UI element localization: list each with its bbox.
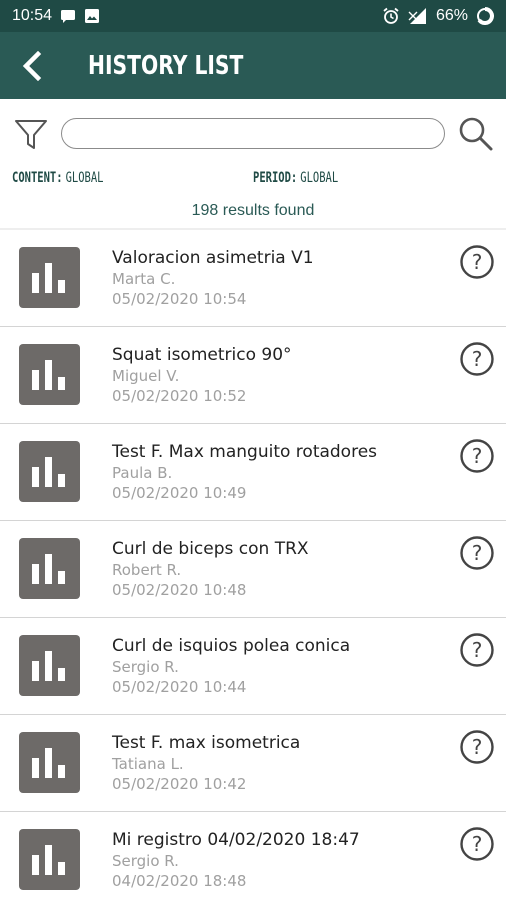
item-date: 05/02/2020 10:52 xyxy=(112,387,247,405)
help-button[interactable]: ? xyxy=(459,438,495,474)
search-row xyxy=(0,108,506,160)
chart-thumbnail xyxy=(19,538,80,599)
item-title: Squat isometrico 90° xyxy=(112,345,292,365)
svg-text:?: ? xyxy=(472,638,483,662)
question-icon: ? xyxy=(460,633,494,667)
item-date: 05/02/2020 10:48 xyxy=(112,581,247,599)
filters-row: CONTENT: GLOBAL PERIOD: GLOBAL xyxy=(0,168,506,192)
status-time: 10:54 xyxy=(12,7,53,24)
bar-chart-icon xyxy=(32,554,65,584)
period-filter[interactable]: PERIOD: GLOBAL xyxy=(253,170,338,186)
item-title: Valoracion asimetria V1 xyxy=(112,248,314,268)
status-right: 66% xyxy=(382,7,494,25)
search-icon xyxy=(459,117,493,151)
chart-thumbnail xyxy=(19,732,80,793)
item-user: Paula B. xyxy=(112,464,173,482)
page-title: HISTORY LIST xyxy=(88,50,244,81)
battery-icon xyxy=(476,7,494,25)
filter-icon xyxy=(15,120,47,149)
item-date: 05/02/2020 10:49 xyxy=(112,484,247,502)
item-user: Robert R. xyxy=(112,561,182,579)
svg-text:?: ? xyxy=(472,347,483,371)
status-bar: 10:54 66% xyxy=(0,0,506,32)
item-user: Miguel V. xyxy=(112,367,180,385)
status-left: 10:54 xyxy=(12,7,100,25)
help-button[interactable]: ? xyxy=(459,535,495,571)
svg-text:?: ? xyxy=(472,832,483,856)
item-title: Curl de isquios polea conica xyxy=(112,636,351,656)
item-title: Test F. Max manguito rotadores xyxy=(112,442,378,462)
filter-button[interactable] xyxy=(12,114,50,154)
svg-text:?: ? xyxy=(472,250,483,274)
search-button[interactable] xyxy=(456,114,496,154)
content-filter-label: CONTENT: xyxy=(12,170,63,186)
question-icon: ? xyxy=(460,536,494,570)
bar-chart-icon xyxy=(32,748,65,778)
list-item[interactable]: Test F. max isometrica Tatiana L. 05/02/… xyxy=(0,715,506,812)
item-user: Marta C. xyxy=(112,270,176,288)
app-bar: HISTORY LIST xyxy=(0,32,506,99)
help-button[interactable]: ? xyxy=(459,632,495,668)
chart-thumbnail xyxy=(19,441,80,502)
item-user: Tatiana L. xyxy=(112,755,184,773)
chart-thumbnail xyxy=(19,344,80,405)
svg-text:?: ? xyxy=(472,444,483,468)
chevron-left-icon xyxy=(22,50,42,81)
help-button[interactable]: ? xyxy=(459,826,495,862)
list-item[interactable]: Valoracion asimetria V1 Marta C. 05/02/2… xyxy=(0,230,506,327)
alarm-icon xyxy=(382,7,400,25)
svg-text:?: ? xyxy=(472,541,483,565)
list-item[interactable]: Mi registro 04/02/2020 18:47 Sergio R. 0… xyxy=(0,812,506,900)
content-filter-value: GLOBAL xyxy=(65,170,104,186)
question-icon: ? xyxy=(460,439,494,473)
svg-text:?: ? xyxy=(472,735,483,759)
item-user: Sergio R. xyxy=(112,658,179,676)
bar-chart-icon xyxy=(32,360,65,390)
item-title: Test F. max isometrica xyxy=(112,733,301,753)
battery-percent: 66% xyxy=(435,7,468,24)
history-list: Valoracion asimetria V1 Marta C. 05/02/2… xyxy=(0,230,506,900)
question-icon: ? xyxy=(460,342,494,376)
list-item[interactable]: Curl de isquios polea conica Sergio R. 0… xyxy=(0,618,506,715)
results-count: 198 results found xyxy=(191,202,315,219)
back-button[interactable] xyxy=(0,32,64,99)
content-filter[interactable]: CONTENT: GLOBAL xyxy=(12,170,104,186)
help-button[interactable]: ? xyxy=(459,729,495,765)
bar-chart-icon xyxy=(32,651,65,681)
item-date: 05/02/2020 10:44 xyxy=(112,678,247,696)
item-date: 05/02/2020 10:42 xyxy=(112,775,247,793)
item-date: 04/02/2020 18:48 xyxy=(112,872,247,890)
period-filter-value: GLOBAL xyxy=(300,170,339,186)
chart-thumbnail xyxy=(19,247,80,308)
question-icon: ? xyxy=(460,730,494,764)
question-icon: ? xyxy=(460,827,494,861)
item-user: Sergio R. xyxy=(112,852,179,870)
item-title: Curl de biceps con TRX xyxy=(112,539,309,559)
help-button[interactable]: ? xyxy=(459,244,495,280)
chart-thumbnail xyxy=(19,635,80,696)
chart-thumbnail xyxy=(19,829,80,890)
signal-icon xyxy=(408,7,428,25)
bar-chart-icon xyxy=(32,845,65,875)
question-icon: ? xyxy=(460,245,494,279)
help-button[interactable]: ? xyxy=(459,341,495,377)
message-icon xyxy=(60,8,76,24)
item-title: Mi registro 04/02/2020 18:47 xyxy=(112,830,360,850)
list-item[interactable]: Test F. Max manguito rotadores Paula B. … xyxy=(0,424,506,521)
bar-chart-icon xyxy=(32,263,65,293)
list-item[interactable]: Curl de biceps con TRX Robert R. 05/02/2… xyxy=(0,521,506,618)
image-icon xyxy=(84,8,100,24)
search-input[interactable] xyxy=(61,118,445,149)
period-filter-label: PERIOD: xyxy=(253,170,298,186)
bar-chart-icon xyxy=(32,457,65,487)
list-item[interactable]: Squat isometrico 90° Miguel V. 05/02/202… xyxy=(0,327,506,424)
item-date: 05/02/2020 10:54 xyxy=(112,290,247,308)
